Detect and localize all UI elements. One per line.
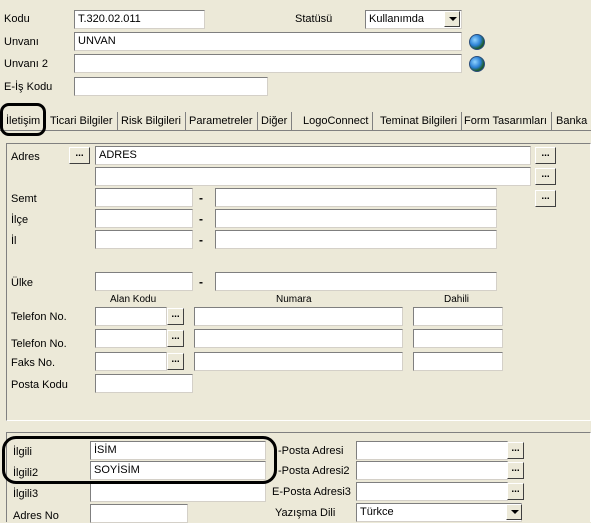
title2-label: Unvanı 2	[4, 58, 49, 70]
tab-banka[interactable]: Banka I	[552, 112, 591, 130]
ebiz-code-input[interactable]	[74, 77, 268, 96]
code-input[interactable]: T.320.02.011	[74, 10, 205, 29]
fax-ext-input[interactable]	[413, 352, 503, 371]
email2-label: -Posta Adresi2	[278, 465, 350, 477]
translate-globe-icon-2[interactable]	[469, 56, 485, 72]
email1-button[interactable]: ...	[507, 442, 524, 459]
language-value: Türkce	[360, 506, 394, 518]
tab-form-tasarimlari[interactable]: Form Tasarımları	[460, 112, 552, 130]
city-code-input[interactable]	[95, 230, 193, 249]
contact-persons-highlight	[2, 436, 277, 484]
tab-teminat-bilgileri[interactable]: Teminat Bilgileri	[376, 112, 463, 130]
email2-input[interactable]	[356, 461, 508, 480]
person3-input[interactable]	[90, 483, 266, 502]
email3-input[interactable]	[356, 482, 508, 501]
tab-parametreler[interactable]: Parametreler	[185, 112, 258, 130]
active-tab-highlight	[0, 103, 46, 136]
city-dash: -	[199, 233, 203, 247]
district-name-input[interactable]	[215, 188, 497, 207]
county-label: İlçe	[11, 214, 29, 226]
address-lookup-button[interactable]: ...	[69, 147, 90, 164]
phone2-label: Telefon No.	[11, 338, 67, 350]
country-dash: -	[199, 275, 203, 289]
country-name-input[interactable]	[215, 272, 497, 291]
status-value: Kullanımda	[369, 13, 425, 25]
address-line2-input[interactable]	[95, 167, 531, 186]
country-code-input[interactable]	[95, 272, 193, 291]
county-name-input[interactable]	[215, 209, 497, 228]
title-input[interactable]: UNVAN	[74, 32, 462, 51]
city-label: İl	[11, 235, 17, 247]
ebiz-code-label: E-İş Kodu	[4, 81, 53, 93]
language-select[interactable]: Türkce	[356, 503, 522, 522]
phone2-area-input[interactable]	[95, 329, 167, 348]
number-header: Numara	[276, 294, 312, 305]
email3-button[interactable]: ...	[507, 483, 524, 500]
email2-button[interactable]: ...	[507, 462, 524, 479]
status-label: Statüsü	[295, 13, 333, 25]
phone1-label: Telefon No.	[11, 311, 67, 323]
city-name-input[interactable]	[215, 230, 497, 249]
address-label: Adres	[11, 151, 40, 163]
tab-ticari-bilgiler[interactable]: Ticari Bilgiler	[46, 112, 118, 130]
area-code-header: Alan Kodu	[110, 294, 157, 305]
address-line1-input[interactable]: ADRES	[95, 146, 531, 165]
phone2-ext-input[interactable]	[413, 329, 503, 348]
code-label: Kodu	[4, 13, 30, 25]
district-label: Semt	[11, 193, 37, 205]
district-dash: -	[199, 191, 203, 205]
extension-header: Dahili	[444, 294, 470, 305]
phone1-area-input[interactable]	[95, 307, 167, 326]
tab-diger[interactable]: Diğer	[257, 112, 293, 130]
tab-risk-bilgileri[interactable]: Risk Bilgileri	[117, 112, 186, 130]
title-label: Unvanı	[4, 36, 39, 48]
county-code-input[interactable]	[95, 209, 193, 228]
email1-label: -Posta Adresi	[278, 445, 344, 457]
country-label: Ülke	[11, 277, 34, 289]
postal-code-input[interactable]	[95, 374, 193, 393]
tab-strip-divider	[0, 130, 591, 131]
address-no-input[interactable]	[90, 504, 188, 523]
language-label: Yazışma Dili	[275, 507, 336, 519]
phone1-number-input[interactable]	[194, 307, 403, 326]
address-line2-button[interactable]: ...	[535, 168, 556, 185]
district-lookup-button[interactable]: ...	[535, 190, 556, 207]
status-dropdown-arrow-icon[interactable]	[444, 11, 460, 27]
district-code-input[interactable]	[95, 188, 193, 207]
address-line1-button[interactable]: ...	[535, 147, 556, 164]
fax-number-input[interactable]	[194, 352, 403, 371]
fax-area-input[interactable]	[95, 352, 167, 371]
translate-globe-icon[interactable]	[469, 34, 485, 50]
address-no-label: Adres No	[13, 510, 59, 522]
phone2-number-input[interactable]	[194, 329, 403, 348]
county-dash: -	[199, 212, 203, 226]
email1-input[interactable]	[356, 441, 508, 460]
phone1-ext-input[interactable]	[413, 307, 503, 326]
email3-label: E-Posta Adresi3	[272, 486, 351, 498]
fax-label: Faks No.	[11, 357, 56, 369]
language-dropdown-arrow-icon[interactable]	[506, 504, 522, 520]
title2-input[interactable]	[74, 54, 462, 73]
person3-label: İlgili3	[13, 488, 39, 500]
fax-area-button[interactable]: ...	[167, 353, 184, 370]
tab-logoconnect[interactable]: LogoConnect	[299, 112, 374, 130]
postal-code-label: Posta Kodu	[11, 379, 68, 391]
phone1-area-button[interactable]: ...	[167, 308, 184, 325]
phone2-area-button[interactable]: ...	[167, 330, 184, 347]
